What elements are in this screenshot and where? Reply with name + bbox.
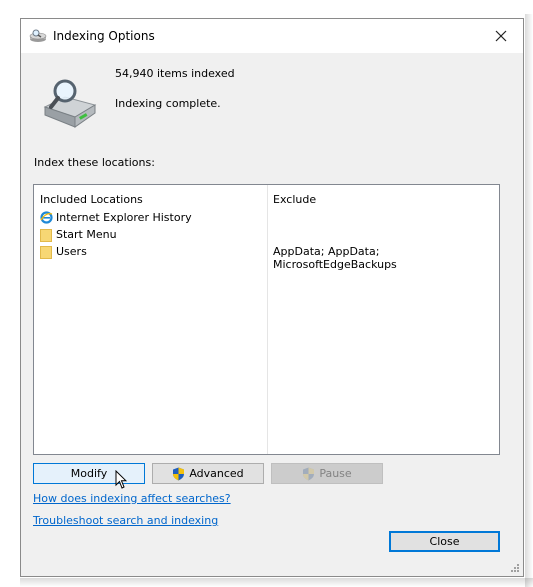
location-exclude: AppData; AppData; MicrosoftEdgeBackups	[273, 245, 397, 271]
internet-explorer-icon	[40, 211, 53, 224]
modify-button-label: Modify	[70, 467, 108, 480]
pause-button-label: Pause	[319, 467, 352, 480]
title-bar[interactable]: Indexing Options	[21, 19, 523, 53]
uac-shield-icon	[302, 467, 315, 481]
location-name: Users	[56, 245, 87, 258]
locations-list[interactable]: Included Locations Exclude Internet Expl…	[33, 184, 500, 455]
resize-grip-icon[interactable]	[510, 563, 520, 573]
mouse-pointer-icon	[115, 469, 128, 490]
advanced-button[interactable]: Advanced	[152, 463, 264, 484]
location-name: Internet Explorer History	[56, 211, 192, 224]
column-header-exclude[interactable]: Exclude	[273, 193, 316, 206]
window-shadow-bottom	[20, 578, 533, 587]
pause-button[interactable]: Pause	[271, 463, 383, 484]
column-header-included[interactable]: Included Locations	[40, 193, 143, 206]
folder-icon	[40, 246, 52, 259]
close-icon[interactable]	[489, 25, 513, 47]
troubleshoot-link[interactable]: Troubleshoot search and indexing	[33, 514, 218, 527]
indexing-options-icon	[29, 29, 47, 43]
indexing-options-dialog: Indexing Options 54,940 items indexed In…	[20, 18, 524, 577]
advanced-button-label: Advanced	[189, 467, 244, 480]
uac-shield-icon	[172, 467, 185, 481]
indexing-status: Indexing complete.	[115, 97, 221, 110]
location-name: Start Menu	[56, 228, 117, 241]
search-drive-icon	[39, 77, 97, 129]
close-button-label: Close	[429, 535, 460, 548]
close-button[interactable]: Close	[389, 531, 500, 552]
modify-button[interactable]: Modify	[33, 463, 145, 484]
column-separator	[267, 185, 268, 454]
locations-label: Index these locations:	[34, 156, 155, 169]
folder-icon	[40, 229, 52, 242]
window-shadow-right	[525, 14, 533, 587]
items-indexed-count: 54,940 items indexed	[115, 67, 235, 80]
window-title: Indexing Options	[53, 29, 155, 43]
how-indexing-link[interactable]: How does indexing affect searches?	[33, 492, 231, 505]
